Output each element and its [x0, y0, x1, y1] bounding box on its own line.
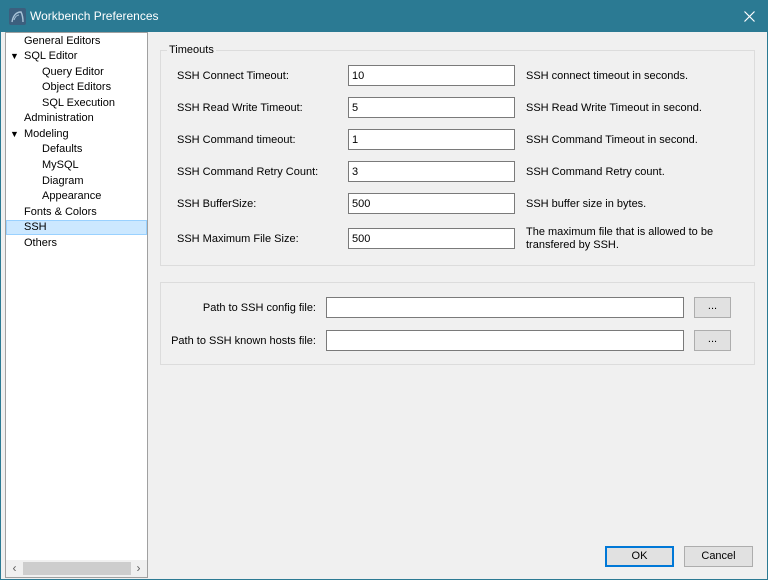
tree-item-ssh[interactable]: SSH: [6, 220, 147, 235]
tree-item-sql-execution[interactable]: SQL Execution: [6, 96, 147, 111]
ssh-command-retry-count-label: SSH Command Retry Count:: [177, 166, 319, 178]
preferences-tree[interactable]: General Editors ▼ SQL Editor Query Edito…: [5, 32, 148, 578]
tree-item-appearance[interactable]: Appearance: [6, 189, 147, 204]
ssh-command-timeout-description: SSH Command Timeout in second.: [526, 134, 698, 146]
ssh-config-path-label: Path to SSH config file:: [202, 302, 316, 314]
tree-item-object-editors[interactable]: Object Editors: [6, 80, 147, 95]
ssh-command-retry-count-description: SSH Command Retry count.: [526, 166, 665, 178]
preferences-window: Workbench Preferences General Editors ▼ …: [0, 0, 768, 580]
tree-item-sql-editor[interactable]: ▼ SQL Editor: [6, 49, 147, 64]
title-bar[interactable]: Workbench Preferences: [1, 1, 768, 32]
tree-item-others[interactable]: Others: [6, 236, 147, 251]
cancel-button[interactable]: Cancel: [684, 546, 753, 567]
tree-item-modeling[interactable]: ▼ Modeling: [6, 127, 147, 142]
timeouts-group: Timeouts SSH Connect Timeout: SSH connec…: [160, 44, 755, 266]
ssh-command-retry-count-input[interactable]: [348, 161, 515, 182]
ssh-maximum-file-size-input[interactable]: [348, 228, 515, 249]
tree-item-administration[interactable]: Administration: [6, 111, 147, 126]
scroll-right-icon[interactable]: ›: [130, 560, 147, 577]
scrollbar-thumb[interactable]: [23, 562, 131, 575]
close-button[interactable]: [731, 1, 768, 32]
browse-ssh-known-hosts-button[interactable]: ...: [694, 330, 731, 351]
ssh-config-path-input[interactable]: [326, 297, 684, 318]
ssh-command-timeout-label: SSH Command timeout:: [177, 134, 296, 146]
mysql-workbench-dolphin-icon: [9, 8, 26, 25]
ssh-known-hosts-path-label: Path to SSH known hosts file:: [171, 335, 316, 347]
ssh-connect-timeout-label: SSH Connect Timeout:: [177, 70, 289, 82]
tree-item-general-editors[interactable]: General Editors: [6, 34, 147, 49]
ssh-maximum-file-size-description: The maximum file that is allowed to be t…: [526, 226, 714, 251]
ssh-read-write-timeout-description: SSH Read Write Timeout in second.: [526, 102, 702, 114]
tree-item-fonts-colors[interactable]: Fonts & Colors: [6, 205, 147, 220]
ssh-connect-timeout-input[interactable]: [348, 65, 515, 86]
horizontal-scrollbar[interactable]: ‹ ›: [6, 560, 147, 577]
ssh-buffer-size-description: SSH buffer size in bytes.: [526, 198, 647, 210]
ok-button[interactable]: OK: [605, 546, 674, 567]
ssh-read-write-timeout-input[interactable]: [348, 97, 515, 118]
ssh-connect-timeout-description: SSH connect timeout in seconds.: [526, 70, 689, 82]
scroll-left-icon[interactable]: ‹: [6, 560, 23, 577]
ssh-buffer-size-input[interactable]: [348, 193, 515, 214]
ssh-known-hosts-path-input[interactable]: [326, 330, 684, 351]
close-icon: [744, 11, 755, 22]
expand-arrow-icon[interactable]: ▼: [10, 49, 19, 64]
expand-arrow-icon[interactable]: ▼: [10, 127, 19, 142]
window-title: Workbench Preferences: [30, 9, 159, 23]
ssh-command-timeout-input[interactable]: [348, 129, 515, 150]
tree-item-diagram[interactable]: Diagram: [6, 174, 147, 189]
tree-item-query-editor[interactable]: Query Editor: [6, 65, 147, 80]
tree-item-defaults[interactable]: Defaults: [6, 142, 147, 157]
ssh-buffer-size-label: SSH BufferSize:: [177, 198, 257, 210]
ssh-read-write-timeout-label: SSH Read Write Timeout:: [177, 102, 303, 114]
ssh-maximum-file-size-label: SSH Maximum File Size:: [177, 233, 299, 245]
browse-ssh-config-button[interactable]: ...: [694, 297, 731, 318]
ssh-paths-group: Path to SSH config file: ... Path to SSH…: [160, 282, 755, 365]
tree-item-mysql[interactable]: MySQL: [6, 158, 147, 173]
timeouts-group-title: Timeouts: [167, 44, 216, 56]
